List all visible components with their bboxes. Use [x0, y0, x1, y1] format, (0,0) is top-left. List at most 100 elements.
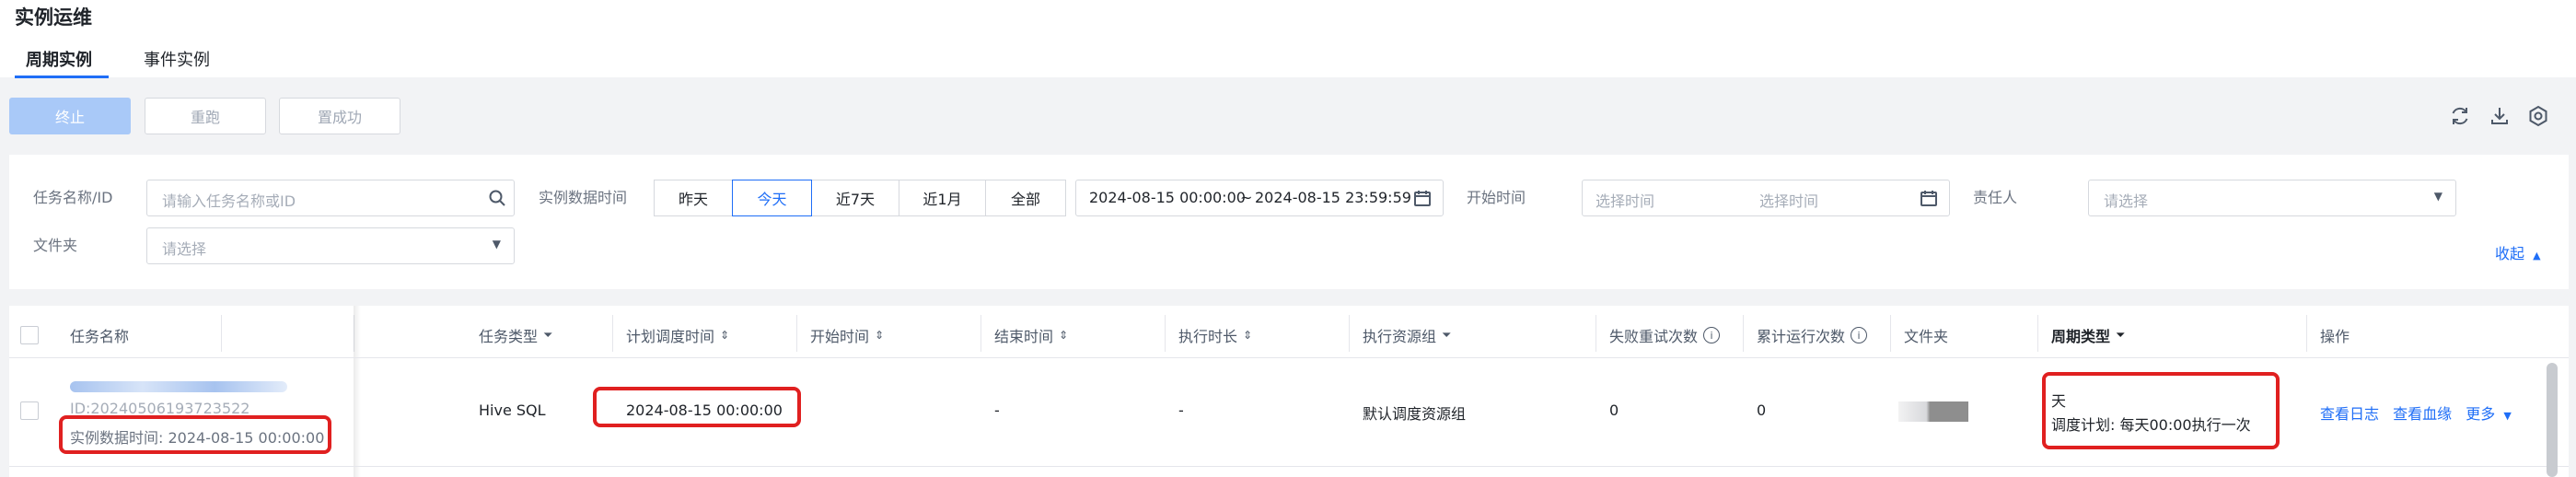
sort-icon[interactable]: ⇕	[720, 329, 729, 342]
instance-data-time-label: 实例数据时间	[539, 189, 628, 206]
row-divider	[9, 466, 2569, 467]
set-success-button[interactable]: 置成功	[279, 98, 400, 134]
range-all[interactable]: 全部	[985, 180, 1066, 216]
column-actions: 操作	[2320, 324, 2350, 346]
row-actions: 查看日志 查看血缘 更多 ▼	[2320, 401, 2512, 424]
view-log-link[interactable]: 查看日志	[2320, 405, 2379, 423]
column-divider	[1743, 315, 1744, 352]
collapse-filters-link[interactable]: 收起 ▲	[2495, 241, 2541, 263]
range-1-month[interactable]: 近1月	[899, 180, 986, 216]
tab-event-instances[interactable]: 事件实例	[144, 48, 210, 74]
column-cycle-type[interactable]: 周期类型 ⏷	[2051, 324, 2125, 346]
sort-icon[interactable]: ⇕	[875, 329, 884, 342]
owner-placeholder: 请选择	[2104, 192, 2149, 210]
row-checkbox[interactable]	[20, 401, 39, 420]
start-time-to-placeholder: 选择时间	[1759, 192, 1819, 210]
column-label: 任务类型	[479, 328, 539, 345]
column-label: 周期类型	[2051, 328, 2111, 345]
rerun-button[interactable]: 重跑	[145, 98, 266, 134]
column-divider	[1165, 315, 1166, 352]
start-time-from-placeholder: 选择时间	[1595, 192, 1655, 210]
task-name-link[interactable]	[70, 381, 287, 392]
page-header: 实例运维 周期实例 事件实例	[0, 0, 2576, 78]
column-failed-retries: 失败重试次数 i	[1609, 324, 1721, 346]
column-label: 结束时间	[994, 328, 1054, 345]
owner-label: 责任人	[1973, 189, 2018, 206]
start-time-picker[interactable]: 选择时间 选择时间	[1582, 180, 1950, 216]
column-end-time[interactable]: 结束时间 ⇕	[994, 324, 1068, 346]
start-time-label: 开始时间	[1467, 189, 1526, 206]
column-total-runs: 累计运行次数 i	[1757, 324, 1868, 346]
filter-icon[interactable]: ⏷	[543, 329, 552, 343]
folder-select[interactable]: 请选择 ▼	[146, 227, 515, 264]
header-divider	[9, 357, 2569, 358]
column-label: 失败重试次数	[1609, 328, 1699, 345]
highlight-box	[593, 387, 801, 427]
collapse-label: 收起	[2495, 245, 2525, 262]
column-divider	[2037, 315, 2038, 352]
end-time-cell: -	[994, 401, 1000, 419]
chevron-down-icon: ▼	[492, 238, 501, 250]
refresh-icon[interactable]	[2449, 105, 2471, 127]
info-icon[interactable]: i	[1851, 327, 1868, 343]
duration-cell: -	[1178, 401, 1184, 419]
date-range-start: 2024-08-15 00:00:00	[1089, 189, 1246, 206]
calendar-icon[interactable]	[1413, 189, 1432, 207]
column-task-name: 任务名称	[70, 324, 129, 346]
folder-cell	[1898, 401, 1968, 422]
chevron-down-icon: ▼	[2433, 190, 2443, 203]
range-today[interactable]: 今天	[732, 180, 812, 216]
resource-group-cell: 默认调度资源组	[1363, 405, 1467, 423]
task-search-input[interactable]: 请输入任务名称或ID	[146, 180, 515, 216]
column-resource-group[interactable]: 执行资源组 ⏷	[1363, 324, 1451, 346]
info-icon[interactable]: i	[1703, 327, 1721, 343]
select-all-checkbox[interactable]	[20, 326, 39, 344]
folder-label: 文件夹	[33, 237, 78, 254]
page-title: 实例运维	[15, 6, 92, 29]
owner-select[interactable]: 请选择 ▼	[2088, 180, 2456, 216]
column-divider	[1890, 315, 1891, 352]
more-actions-link[interactable]: 更多	[2466, 405, 2495, 423]
chevron-down-icon[interactable]: ▼	[2503, 410, 2511, 422]
stop-button[interactable]: 终止	[9, 98, 131, 134]
column-folder: 文件夹	[1904, 324, 1948, 346]
tab-periodic-instances[interactable]: 周期实例	[26, 48, 92, 74]
chevron-up-icon: ▲	[2533, 250, 2541, 262]
fixed-column-shadow	[354, 306, 361, 477]
search-icon[interactable]	[488, 189, 506, 207]
folder-placeholder: 请选择	[162, 240, 207, 258]
column-divider	[2306, 315, 2307, 352]
column-divider	[612, 315, 613, 352]
download-icon[interactable]	[2489, 105, 2511, 127]
sort-icon[interactable]: ⇕	[1243, 329, 1252, 342]
column-label: 文件夹	[1904, 328, 1949, 345]
failed-retries-cell: 0	[1609, 401, 1619, 419]
task-type-cell: Hive SQL	[479, 401, 546, 419]
filter-icon[interactable]: ⏷	[1442, 329, 1451, 343]
column-label: 开始时间	[810, 328, 870, 345]
column-label: 执行时长	[1178, 328, 1238, 345]
column-divider	[1595, 315, 1596, 352]
date-range-picker[interactable]: 2024-08-15 00:00:00 ~ 2024-08-15 23:59:5…	[1075, 180, 1444, 216]
column-label: 累计运行次数	[1757, 328, 1846, 345]
column-divider	[1349, 315, 1350, 352]
view-lineage-link[interactable]: 查看血缘	[2393, 405, 2452, 423]
column-duration[interactable]: 执行时长 ⇕	[1178, 324, 1252, 346]
column-label: 操作	[2320, 328, 2350, 345]
filter-icon[interactable]: ⏷	[2116, 329, 2125, 343]
column-task-type[interactable]: 任务类型 ⏷	[479, 324, 552, 346]
total-runs-cell: 0	[1757, 401, 1767, 419]
vertical-scrollbar[interactable]	[2547, 363, 2558, 477]
column-scheduled-time[interactable]: 计划调度时间 ⇕	[626, 324, 729, 346]
highlight-box	[2042, 372, 2280, 449]
column-label: 执行资源组	[1363, 328, 1437, 345]
sort-icon[interactable]: ⇕	[1059, 329, 1068, 342]
range-7-days[interactable]: 近7天	[811, 180, 899, 216]
column-start-time[interactable]: 开始时间 ⇕	[810, 324, 884, 346]
highlight-box	[59, 415, 331, 454]
range-yesterday[interactable]: 昨天	[654, 180, 733, 216]
active-tab-indicator	[15, 76, 109, 78]
filter-panel	[9, 155, 2569, 289]
gear-icon[interactable]	[2527, 105, 2549, 127]
calendar-icon[interactable]	[1920, 189, 1938, 207]
